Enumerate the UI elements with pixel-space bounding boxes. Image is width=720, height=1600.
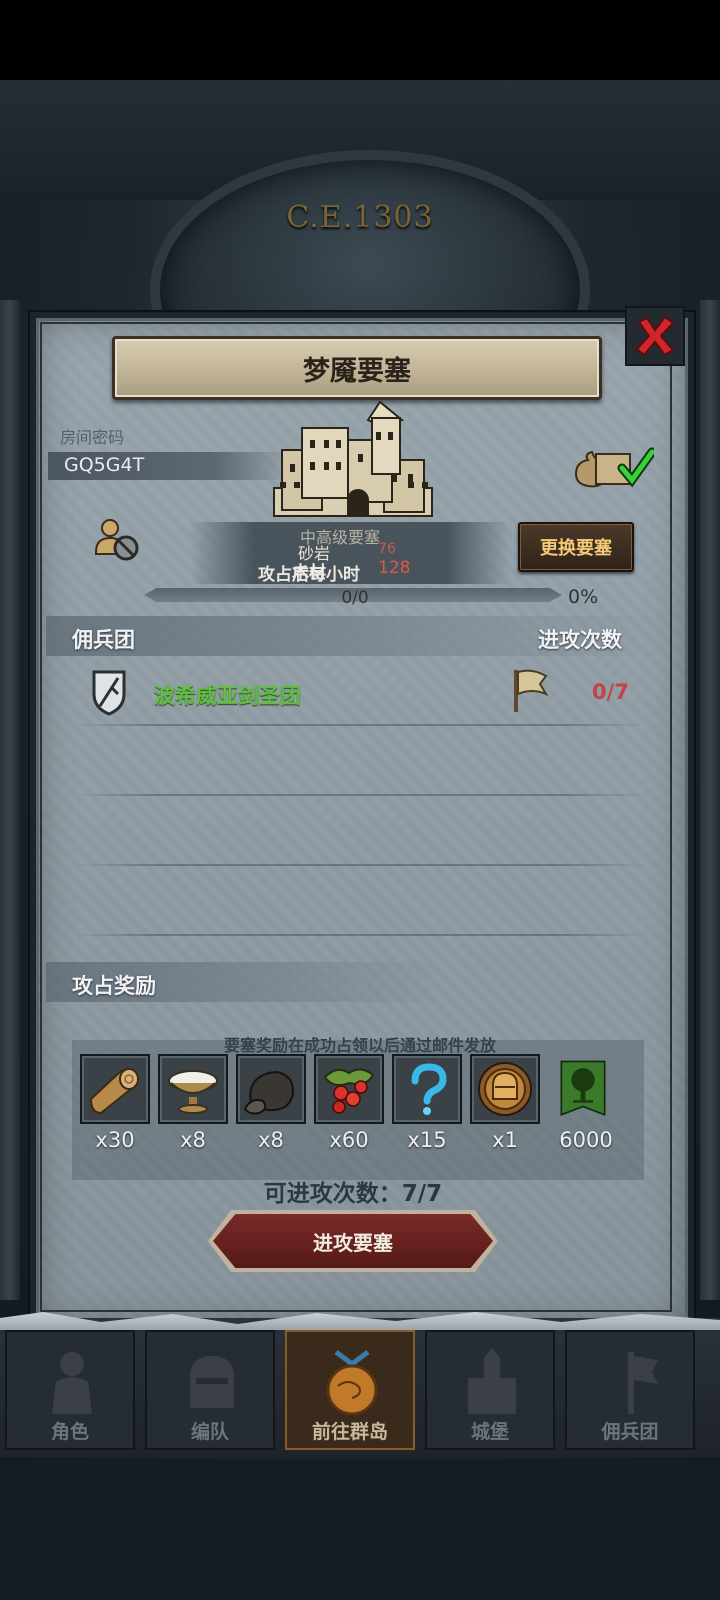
flag-icon [514, 669, 548, 712]
banner-icon [628, 1352, 658, 1414]
remaining-attacks: 可进攻次数：7/7 [263, 1181, 443, 1207]
reward-count: x1 [492, 1128, 518, 1152]
mercenary-name[interactable]: 波希威亚剑圣团 [154, 680, 301, 710]
reward-slot[interactable] [158, 1054, 228, 1124]
title-banner: 梦魇要塞 [112, 336, 602, 400]
reward-count: x30 [95, 1128, 135, 1152]
reward-slot[interactable] [80, 1054, 150, 1124]
attack-count: 0/7 [592, 680, 629, 704]
nav-item-castle[interactable]: 城堡 [425, 1330, 555, 1450]
reward-slot[interactable] [470, 1054, 540, 1124]
nav-label: 佣兵团 [601, 1421, 659, 1443]
truffle-icon [243, 1071, 294, 1115]
room-code[interactable]: GQ5G4T [64, 454, 144, 476]
nav-label: 城堡 [470, 1421, 509, 1443]
no-owner-icon [95, 519, 139, 561]
mystery-question-icon [411, 1063, 447, 1115]
reward-count: x8 [180, 1128, 206, 1152]
nav-item-formation[interactable]: 编队 [145, 1330, 275, 1450]
progress-label: 0/0 [341, 588, 369, 608]
salt-bowl-icon [168, 1070, 218, 1114]
reward-count: x15 [407, 1128, 447, 1152]
progress-percent: 0% [568, 586, 599, 608]
attack-fortress-button[interactable]: 进攻要塞 [213, 1214, 493, 1268]
row-divider [72, 934, 646, 936]
wood-value: 128 [378, 558, 411, 578]
nav-item-mercenary[interactable]: 佣兵团 [565, 1330, 695, 1450]
nav-label: 前往群岛 [311, 1421, 388, 1443]
reward-slot[interactable] [392, 1054, 462, 1124]
loot-claimed-icon[interactable] [572, 444, 654, 490]
nav-label: 角色 [50, 1421, 89, 1443]
stone-value: 76 [378, 541, 396, 557]
row-divider [72, 724, 646, 726]
knight-helmet-medal-icon [478, 1062, 532, 1116]
attack-fortress-label: 进攻要塞 [313, 1230, 393, 1255]
reward-slot[interactable] [236, 1054, 306, 1124]
reward-count: x8 [258, 1128, 284, 1152]
castle-nav-icon [468, 1348, 516, 1414]
helmet-icon [190, 1356, 234, 1408]
change-fortress-button[interactable]: 更换要塞 [518, 522, 634, 572]
reward-count: x60 [329, 1128, 369, 1152]
knight-icon [52, 1352, 92, 1414]
background-bottom [0, 1460, 720, 1600]
change-fortress-label: 更换要塞 [540, 538, 612, 559]
row-divider [72, 794, 646, 796]
compass-globe-icon [326, 1350, 378, 1416]
left-side-strip [0, 300, 20, 1300]
calendar-date: C.E.1303 [286, 200, 434, 235]
close-icon [635, 315, 675, 357]
room-code-label: 房间密码 [60, 428, 125, 447]
nav-label: 编队 [190, 1421, 229, 1443]
reward-header: 攻占奖励 [72, 974, 156, 998]
reward-slot[interactable] [548, 1054, 618, 1124]
berries-icon [323, 1068, 375, 1114]
nav-item-character[interactable]: 角色 [5, 1330, 135, 1450]
reward-slot[interactable] [314, 1054, 384, 1124]
dialog-title: 梦魇要塞 [303, 355, 411, 387]
right-side-strip [700, 300, 720, 1300]
mercenary-header: 佣兵团 [72, 628, 135, 652]
reward-count: 6000 [559, 1128, 613, 1152]
wood-label: 木材 [292, 563, 326, 583]
close-button[interactable] [625, 306, 685, 366]
shield-icon [92, 670, 126, 716]
attack-count-header: 进攻次数 [538, 628, 622, 652]
tree-banner-icon [560, 1060, 606, 1117]
nav-item-islands[interactable]: 前往群岛 [285, 1330, 415, 1450]
castle-icon [273, 400, 433, 517]
wood-log-icon [89, 1068, 139, 1115]
row-divider [72, 864, 646, 866]
